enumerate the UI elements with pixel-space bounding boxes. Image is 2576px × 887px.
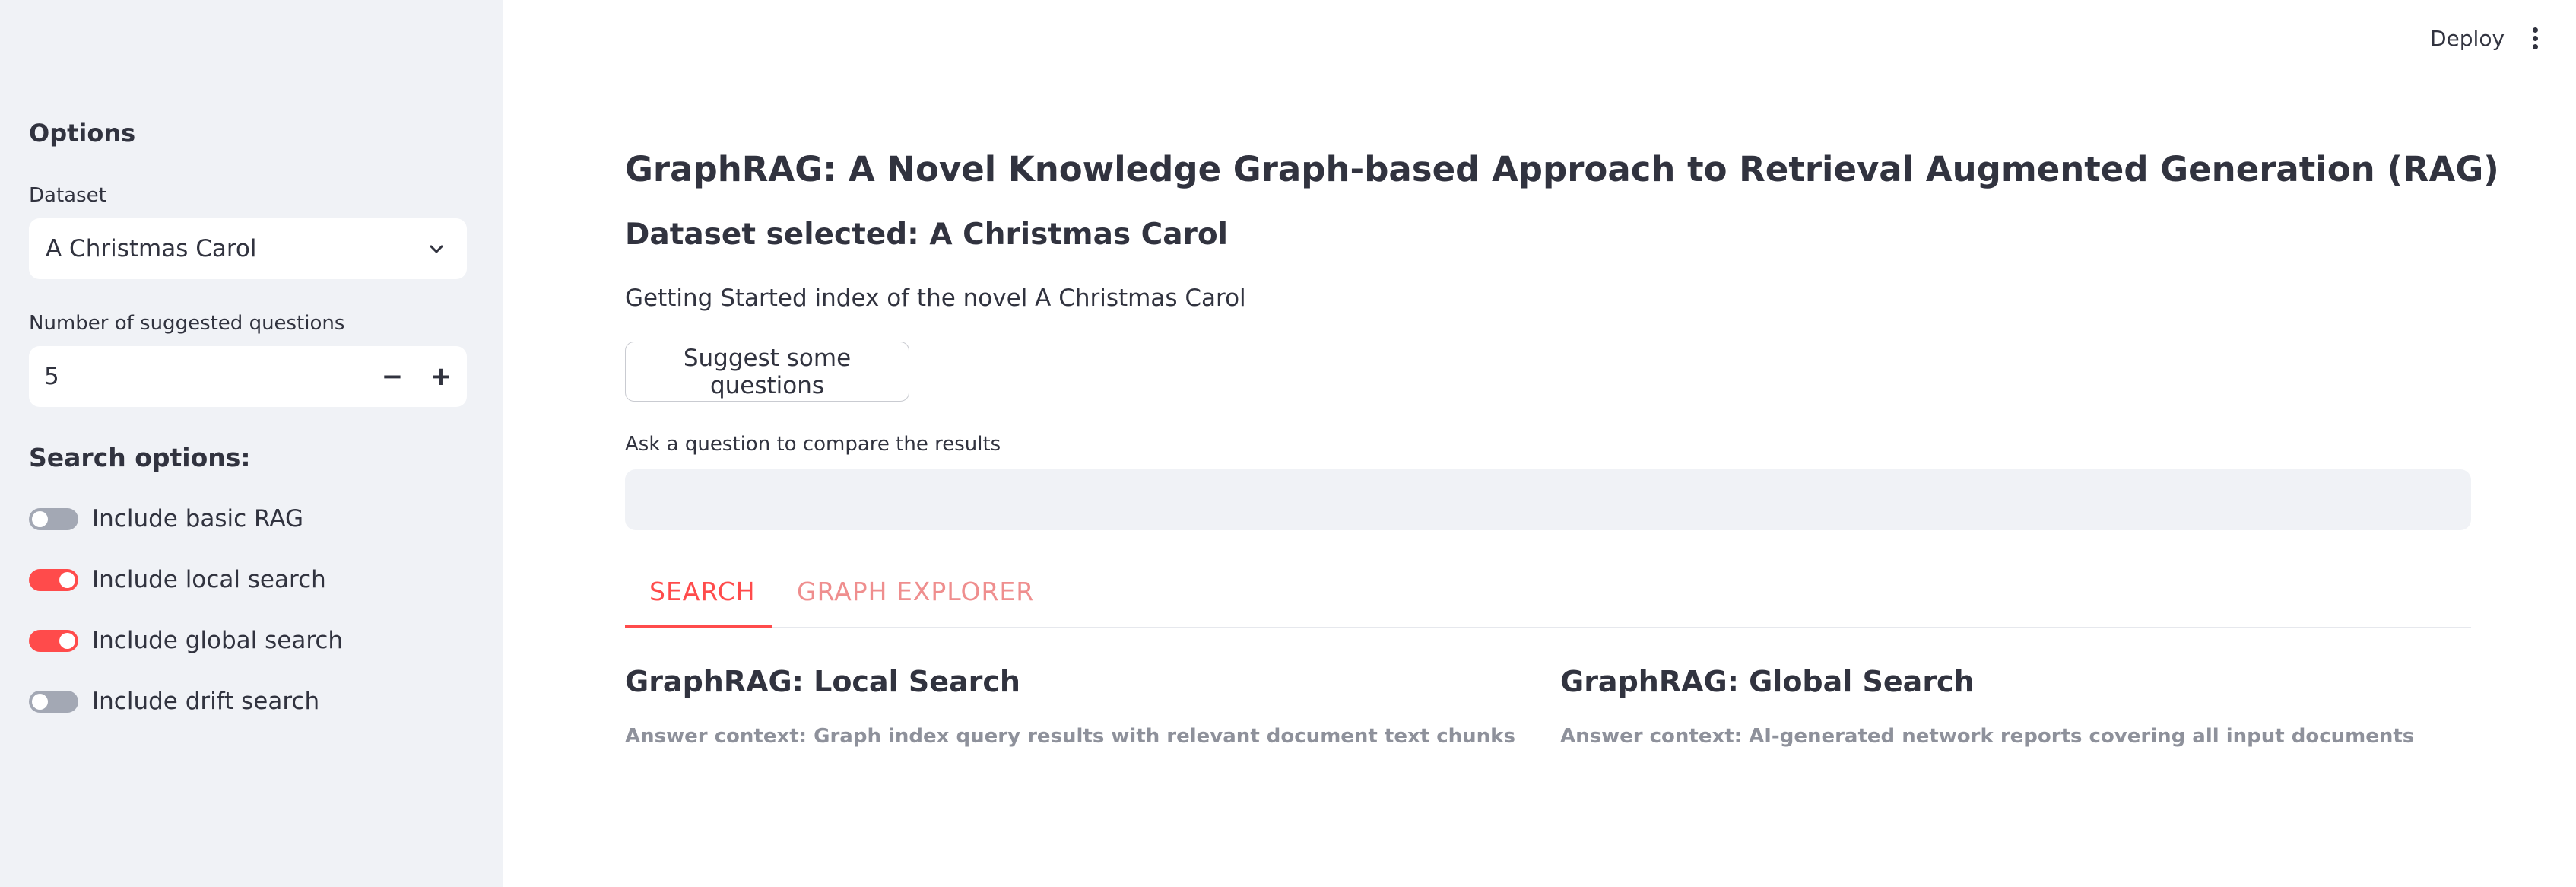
tab-search[interactable]: SEARCH xyxy=(649,577,756,606)
intro-text: Getting Started index of the novel A Chr… xyxy=(625,285,1246,312)
toggle-label: Include basic RAG xyxy=(92,505,304,533)
num-questions-label: Number of suggested questions xyxy=(29,312,345,335)
num-questions-input[interactable]: 5 − + xyxy=(29,346,467,407)
chevron-down-icon xyxy=(430,245,443,253)
dataset-select-value: A Christmas Carol xyxy=(46,235,257,262)
deploy-button[interactable]: Deploy xyxy=(2430,26,2505,51)
question-input[interactable] xyxy=(625,469,2471,530)
dataset-selected-heading: Dataset selected: A Christmas Carol xyxy=(625,218,1229,252)
global-search-caption: Answer context: AI-generated network rep… xyxy=(1560,725,2415,748)
kebab-menu-icon[interactable] xyxy=(2527,27,2543,52)
toggle-label: Include global search xyxy=(92,627,344,654)
toggle-local-search[interactable]: Include local search xyxy=(29,564,326,595)
dataset-select[interactable]: A Christmas Carol xyxy=(29,218,467,279)
toggle-label: Include local search xyxy=(92,566,326,593)
decrement-button[interactable]: − xyxy=(373,357,412,396)
toggle-basic-rag[interactable]: Include basic RAG xyxy=(29,504,303,534)
toggle-switch[interactable] xyxy=(29,507,78,530)
increment-button[interactable]: + xyxy=(421,357,461,396)
tab-bar: SEARCH GRAPH EXPLORER xyxy=(625,563,2471,628)
local-search-caption: Answer context: Graph index query result… xyxy=(625,725,1515,748)
toggle-label: Include drift search xyxy=(92,688,320,715)
local-search-title: GraphRAG: Local Search xyxy=(625,665,1020,698)
num-questions-value: 5 xyxy=(44,363,59,390)
toggle-global-search[interactable]: Include global search xyxy=(29,625,343,656)
search-options-title: Search options: xyxy=(29,443,251,472)
dataset-label: Dataset xyxy=(29,184,106,207)
tab-graph-explorer[interactable]: GRAPH EXPLORER xyxy=(797,577,1034,606)
sidebar-title: Options xyxy=(29,119,136,148)
sidebar: Options Dataset A Christmas Carol Number… xyxy=(0,0,503,887)
toggle-drift-search[interactable]: Include drift search xyxy=(29,686,319,717)
page-title: GraphRAG: A Novel Knowledge Graph-based … xyxy=(625,149,2499,189)
global-search-title: GraphRAG: Global Search xyxy=(1560,665,1975,698)
question-label: Ask a question to compare the results xyxy=(625,433,1001,456)
toggle-switch[interactable] xyxy=(29,568,78,591)
suggest-questions-button[interactable]: Suggest some questions xyxy=(625,342,909,402)
toggle-switch[interactable] xyxy=(29,690,78,713)
toggle-switch[interactable] xyxy=(29,629,78,652)
active-tab-indicator xyxy=(625,625,772,628)
